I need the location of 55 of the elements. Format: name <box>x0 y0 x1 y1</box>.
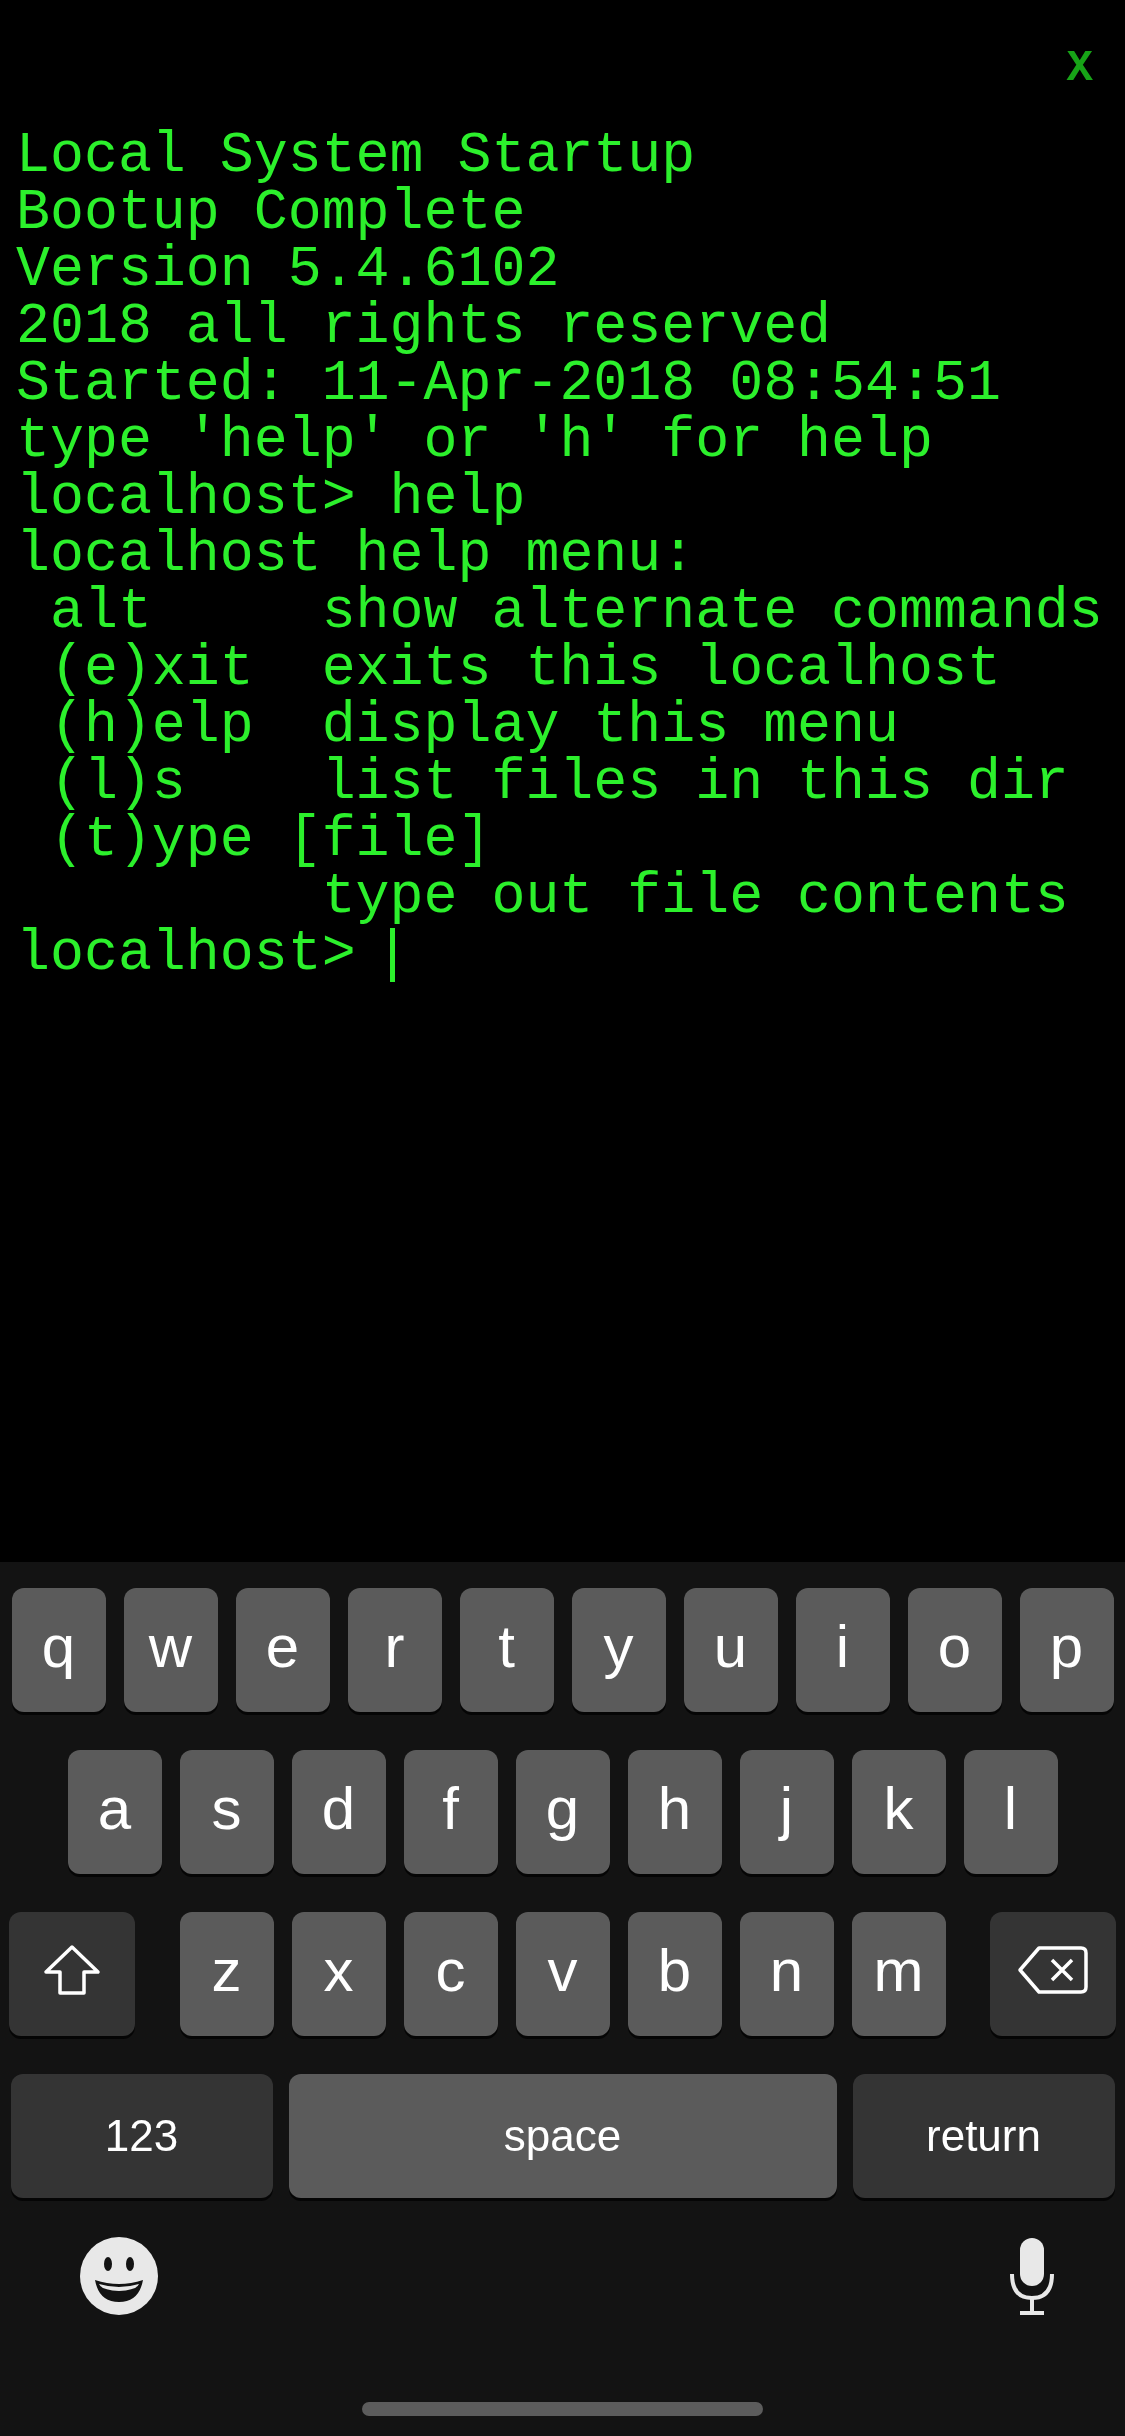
menu-description: show alternate commands <box>321 584 1103 641</box>
shift-key[interactable] <box>9 1912 135 2036</box>
space-key[interactable]: space <box>288 2074 837 2198</box>
key[interactable]: x <box>291 1912 386 2036</box>
menu-command: (t)ype [file] <box>49 812 492 869</box>
menu-description: list files in this dir <box>321 755 1069 812</box>
menu-description: exits this localhost <box>321 641 1001 698</box>
key[interactable]: a <box>67 1750 162 1874</box>
key[interactable]: j <box>739 1750 834 1874</box>
key[interactable]: r <box>347 1588 442 1712</box>
backspace-icon <box>1017 1945 1089 1995</box>
menu-command: (h)elp <box>49 698 255 755</box>
key[interactable]: l <box>963 1750 1058 1874</box>
output-line: Bootup Complete <box>16 185 526 242</box>
key[interactable]: t <box>459 1588 554 1712</box>
key[interactable]: o <box>907 1588 1002 1712</box>
prompt-line: localhost> <box>16 926 356 983</box>
key[interactable]: k <box>851 1750 946 1874</box>
output-line: Started: 11-Apr-2018 08:54:51 <box>16 356 1001 413</box>
key[interactable]: e <box>235 1588 330 1712</box>
shift-icon <box>42 1944 102 1996</box>
key[interactable]: w <box>123 1588 218 1712</box>
output-line: type 'help' or 'h' for help <box>16 413 933 470</box>
output-line: localhost help menu: <box>16 527 696 584</box>
output-line: 2018 all rights reserved <box>16 299 832 356</box>
menu-command: alt <box>49 584 152 641</box>
key[interactable]: y <box>571 1588 666 1712</box>
key[interactable]: z <box>179 1912 274 2036</box>
key[interactable]: c <box>403 1912 498 2036</box>
key[interactable]: q <box>11 1588 106 1712</box>
key[interactable]: n <box>739 1912 834 2036</box>
delete-key[interactable] <box>990 1912 1116 2036</box>
key[interactable]: u <box>683 1588 778 1712</box>
return-key[interactable]: return <box>852 2074 1115 2198</box>
menu-description: display this menu <box>321 698 899 755</box>
menu-command: (e)xit <box>49 641 255 698</box>
key[interactable]: m <box>851 1912 946 2036</box>
prompt-line: localhost> help <box>16 470 526 527</box>
key[interactable]: b <box>627 1912 722 2036</box>
key[interactable]: v <box>515 1912 610 2036</box>
output-line: Local System Startup <box>16 128 696 185</box>
key[interactable]: i <box>795 1588 890 1712</box>
menu-description: type out file contents <box>321 869 1069 926</box>
key[interactable]: f <box>403 1750 498 1874</box>
close-button[interactable]: X <box>1056 38 1125 98</box>
emoji-icon[interactable] <box>79 2236 159 2316</box>
numbers-key[interactable]: 123 <box>10 2074 273 2198</box>
menu-command: (l)s <box>49 755 186 812</box>
microphone-icon[interactable] <box>1008 2236 1056 2316</box>
key[interactable]: p <box>1019 1588 1114 1712</box>
output-line: Version 5.4.6102 <box>16 242 560 299</box>
key[interactable]: s <box>179 1750 274 1874</box>
key[interactable]: d <box>291 1750 386 1874</box>
key[interactable]: g <box>515 1750 610 1874</box>
key[interactable]: h <box>627 1750 722 1874</box>
